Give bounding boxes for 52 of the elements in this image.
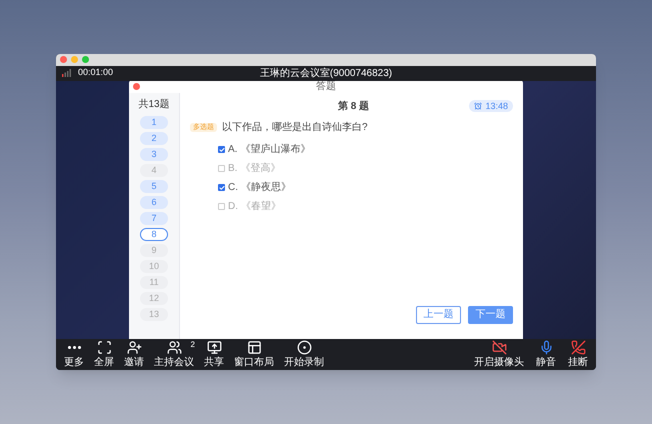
toolbar-button[interactable]: 窗口布局: [232, 340, 276, 368]
alarm-clock-icon: [474, 102, 482, 110]
toolbar-button[interactable]: 主持会议 2: [152, 340, 196, 368]
question-number[interactable]: 4: [140, 164, 168, 177]
question-number[interactable]: 2: [140, 132, 168, 145]
checkbox[interactable]: [218, 184, 225, 192]
checkbox[interactable]: [218, 146, 225, 154]
camera-off-icon: [492, 340, 506, 356]
previous-button[interactable]: 上一题: [416, 306, 461, 324]
fullscreen-icon: [96, 340, 112, 356]
user-plus-icon: [126, 340, 142, 356]
question-number[interactable]: 12: [140, 292, 168, 305]
checkbox[interactable]: [218, 165, 225, 172]
answer-option[interactable]: A. 《望庐山瀑布》: [218, 144, 513, 156]
toolbar-button[interactable]: 共享: [202, 340, 226, 368]
timer-badge: 13:48: [469, 100, 513, 112]
question-number[interactable]: 13: [140, 308, 168, 321]
answer-option[interactable]: C. 《静夜思》: [218, 182, 513, 194]
next-button[interactable]: 下一题: [468, 306, 513, 324]
question-heading: 第 8 题: [338, 100, 370, 114]
window-title: 王琳的云会议室(9000746823): [260, 66, 392, 81]
share-screen-icon: [206, 340, 222, 356]
toolbar-button[interactable]: 邀请: [122, 340, 146, 368]
dialog-title: 答题: [316, 80, 336, 93]
toolbar-button[interactable]: 挂断: [566, 340, 590, 368]
question-number[interactable]: 5: [140, 180, 168, 193]
microphone-icon: [538, 340, 554, 356]
question-number[interactable]: 1: [140, 116, 168, 129]
question-number[interactable]: 3: [140, 148, 168, 161]
question-number[interactable]: 6: [140, 196, 168, 209]
layout-icon: [246, 340, 262, 356]
answer-option[interactable]: D. 《春望》: [218, 200, 513, 213]
signal-icon: [62, 69, 72, 78]
question-text: 以下作品，哪些是出自诗仙李白?: [222, 120, 368, 135]
checkbox[interactable]: [218, 203, 225, 210]
elapsed-time: 00:01:00: [78, 66, 114, 80]
toolbar-button[interactable]: 全屏: [92, 340, 116, 368]
question-number[interactable]: 7: [140, 212, 168, 225]
question-number[interactable]: 11: [140, 276, 168, 289]
participant-count: 2: [190, 341, 195, 350]
hang-up-icon: [570, 340, 586, 356]
question-number[interactable]: 10: [140, 260, 168, 273]
toolbar-button[interactable]: 开启摄像头: [472, 340, 526, 368]
question-count: 共13题: [138, 98, 170, 111]
toolbar-button[interactable]: 更多: [62, 340, 86, 368]
question-number[interactable]: 9: [140, 244, 168, 257]
toolbar-button[interactable]: 开始录制: [282, 340, 326, 368]
more-icon: [68, 346, 80, 350]
answer-option[interactable]: B. 《登高》: [218, 162, 513, 175]
users-icon: [166, 340, 182, 356]
toolbar-button[interactable]: 静音: [534, 340, 558, 368]
question-number[interactable]: 8: [140, 228, 168, 241]
